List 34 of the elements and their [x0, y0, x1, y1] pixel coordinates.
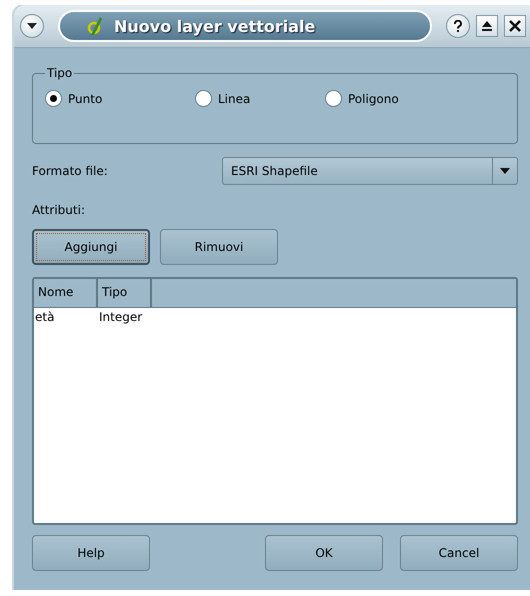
format-label: Formato file:: [32, 164, 109, 178]
menu-button[interactable]: [20, 14, 44, 38]
caret-icon: [500, 168, 510, 174]
help-text-button[interactable]: Help: [32, 535, 150, 571]
help-button[interactable]: [446, 14, 470, 38]
radio-option[interactable]: Linea: [195, 90, 325, 107]
radio-option[interactable]: Punto: [45, 90, 195, 107]
app-logo-icon: [86, 15, 104, 37]
action-button[interactable]: Rimuovi: [160, 229, 278, 265]
table-row[interactable]: età Integer: [34, 308, 516, 326]
window-title: Nuovo layer vettoriale: [114, 16, 316, 36]
eject-icon: [481, 20, 493, 32]
format-dropdown[interactable]: ESRI Shapefile: [222, 157, 518, 185]
shade-button[interactable]: [476, 15, 498, 37]
radio-label: Poligono: [348, 92, 399, 106]
column-header[interactable]: Tipo: [98, 279, 152, 307]
radio-label: Linea: [218, 92, 250, 106]
column-header[interactable]: Nome: [34, 279, 98, 307]
radio-button[interactable]: [195, 90, 212, 107]
radio-option[interactable]: Poligono: [325, 90, 475, 107]
radio-button[interactable]: [325, 90, 342, 107]
dialog-button[interactable]: Cancel: [400, 535, 518, 571]
action-button[interactable]: Aggiungi: [32, 229, 150, 265]
radio-label: Punto: [68, 92, 102, 106]
close-button[interactable]: [504, 15, 526, 37]
close-icon: [509, 20, 521, 32]
caret-icon: [27, 23, 37, 29]
table-cell-text: Integer: [98, 309, 144, 326]
dialog-button[interactable]: OK: [265, 535, 383, 571]
table-cell-text: età: [34, 309, 56, 326]
question-icon: [453, 20, 463, 32]
radio-button[interactable]: [45, 90, 62, 107]
attributes-label: Attributi:: [32, 203, 86, 217]
group-title: Tipo: [46, 66, 74, 80]
